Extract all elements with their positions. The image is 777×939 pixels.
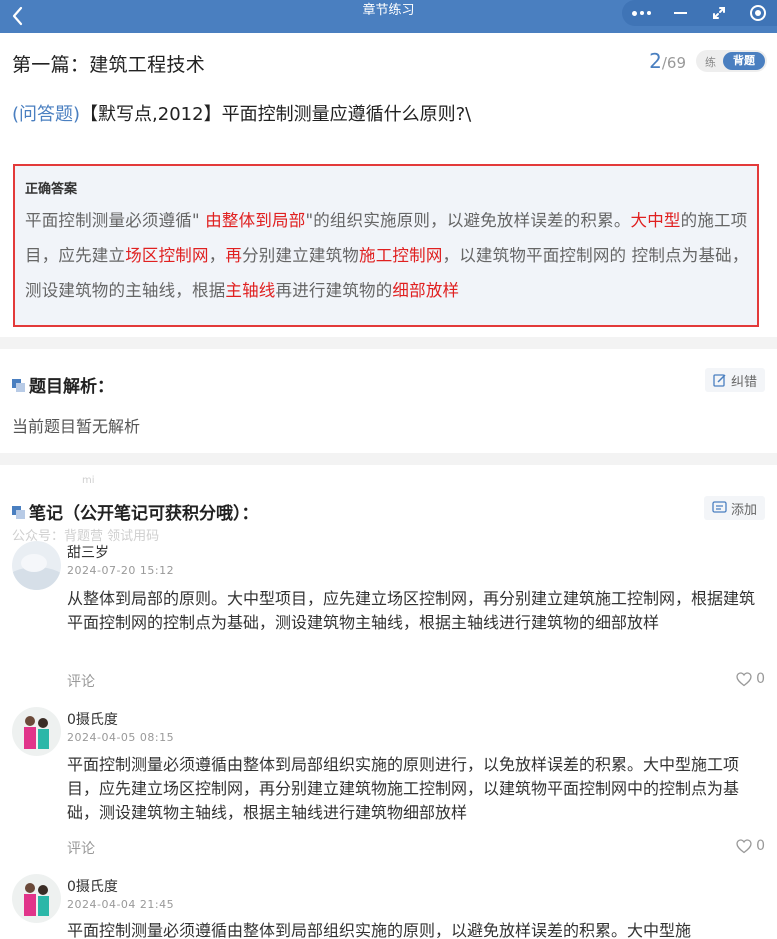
answer-keyword: 再: [225, 246, 243, 265]
answer-segment: 再进行建筑物的: [275, 281, 393, 300]
answer-segment: 分别建立建筑物: [242, 246, 360, 265]
answer-keyword: 施工控制网: [359, 246, 443, 265]
mode-practice-option[interactable]: 练: [705, 54, 716, 70]
note-icon: [712, 501, 727, 513]
minimize-icon: [673, 12, 687, 14]
note-date: 2024-04-04 21:45: [67, 898, 175, 911]
question-counter: 2/69: [649, 49, 686, 73]
more-options-button[interactable]: [622, 0, 661, 26]
avatar[interactable]: [12, 541, 61, 590]
section-divider: [0, 453, 777, 465]
current-question-number: 2: [649, 49, 662, 73]
float-window-button[interactable]: [700, 0, 739, 26]
question-text: 【默写点,2012】平面控制测量应遵循什么原则?\: [80, 104, 472, 125]
note-text: 从整体到局部的原则。大中型项目，应先建立场区控制网，再分别建立建筑施工控制网，根…: [67, 589, 756, 632]
correct-answer-box: 正确答案 平面控制测量必须遵循" 由整体到局部"的组织实施原则，以避免放样误差的…: [13, 164, 759, 327]
more-dots-icon: [631, 10, 651, 16]
answer-keyword: 主轴线: [225, 281, 276, 300]
section-square-icon: [12, 378, 26, 392]
expand-icon: [712, 7, 725, 19]
note-text: 平面控制测量必须遵循由整体到局部组织实施的原则进行，以免放样误差的积累。大中型施…: [67, 755, 740, 822]
heart-icon: [736, 838, 752, 853]
mode-recite-option[interactable]: 背题: [723, 52, 765, 70]
answer-text: 平面控制测量必须遵循" 由整体到局部"的组织实施原则，以避免放样误差的积累。大中…: [25, 203, 757, 308]
analysis-title: 题目解析：: [29, 377, 114, 397]
avatar[interactable]: [12, 874, 61, 923]
like-count: 0: [756, 671, 765, 687]
answer-keyword: 大中型: [630, 211, 681, 230]
edit-icon: [713, 374, 726, 387]
notes-heading: 笔记（公开笔记可获积分哦）：: [12, 499, 259, 524]
like-button[interactable]: 0: [736, 838, 765, 854]
note-date: 2024-07-20 15:12: [67, 564, 175, 577]
answer-segment: ，: [208, 246, 226, 265]
like-count: 0: [756, 838, 765, 854]
minimize-button[interactable]: [661, 0, 700, 26]
add-note-label: 添加: [730, 502, 757, 518]
add-note-button[interactable]: 添加: [703, 496, 765, 520]
section-divider: [0, 337, 777, 349]
answer-keyword: 细部放样: [392, 281, 460, 300]
chapter-title: 第一篇：建筑工程技术: [12, 54, 206, 76]
note-nickname: 0摄氏度: [67, 879, 118, 895]
mode-toggle[interactable]: 练 背题: [696, 50, 767, 72]
note-nickname: 甜三岁: [67, 545, 109, 561]
report-error-label: 纠错: [730, 374, 757, 390]
analysis-heading: 题目解析：: [12, 372, 114, 397]
note-text: 平面控制测量必须遵循由整体到局部组织实施的原则，以避免放样误差的积累。大中型施: [67, 921, 692, 939]
avatar[interactable]: [12, 707, 61, 756]
watermark-line-1: mi: [82, 475, 95, 486]
target-circle-icon: [749, 5, 766, 21]
top-nav-bar: 章节练习: [0, 0, 777, 33]
answer-segment: "的组织实施原则，以避免放样误差的积累。: [305, 211, 631, 230]
answer-label: 正确答案: [25, 182, 78, 197]
answer-segment: 平面控制测量必须遵循": [25, 211, 206, 230]
heart-icon: [736, 671, 752, 686]
answer-keyword: 场区控制网: [125, 246, 209, 265]
notes-title: 笔记（公开笔记可获积分哦）：: [29, 504, 259, 524]
section-square-icon: [12, 505, 26, 519]
answer-keyword: 由整体到局部: [205, 211, 306, 230]
analysis-empty-text: 当前题目暂无解析: [12, 417, 141, 436]
like-button[interactable]: 0: [736, 671, 765, 687]
comment-button[interactable]: 评论: [67, 838, 95, 858]
question-stem: (问答题)【默写点,2012】平面控制测量应遵循什么原则?\: [12, 100, 471, 126]
total-questions: /69: [661, 54, 686, 72]
note-date: 2024-04-05 08:15: [67, 731, 175, 744]
mini-program-capsule: [622, 0, 777, 26]
comment-button[interactable]: 评论: [67, 671, 95, 691]
question-type: (问答题): [12, 104, 81, 125]
report-error-button[interactable]: 纠错: [704, 368, 765, 392]
close-miniapp-button[interactable]: [738, 0, 777, 26]
note-nickname: 0摄氏度: [67, 712, 118, 728]
